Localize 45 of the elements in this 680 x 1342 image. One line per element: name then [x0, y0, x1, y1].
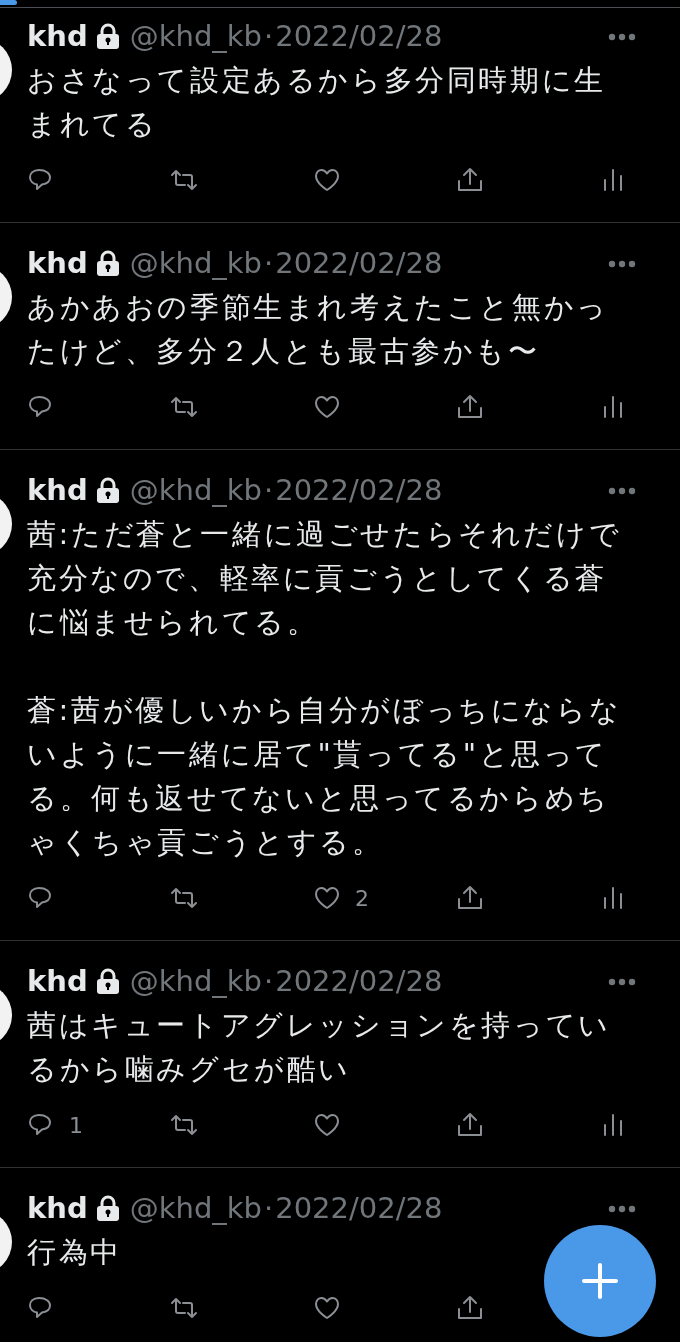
separator-dot: · [264, 964, 274, 998]
more-icon[interactable] [608, 978, 636, 986]
tweet-date: 2022/02/28 [275, 1191, 443, 1225]
heart-icon[interactable] [313, 1111, 341, 1139]
display-name: khd [27, 1191, 88, 1225]
display-name: khd [27, 19, 88, 53]
user-handle: @khd_kb [129, 19, 262, 53]
plus-icon [582, 1263, 618, 1299]
display-name: khd [27, 473, 88, 507]
tweet-text: 蒼:茜が優しいから自分がぼっちにならないように一緒に居て"貰ってる"と思ってる。何も返せてないと思ってるからめちゃくちゃ貢ごうとする。 [27, 692, 623, 861]
display-name: khd [27, 246, 88, 280]
tweet-text: 茜:ただ蒼と一緒に過ごせたらそれだけで充分なので、軽率に貢ごうとしてくる蒼に悩ませられてる。 [27, 516, 623, 641]
action-count: 1 [69, 1112, 83, 1138]
heart-icon[interactable] [313, 166, 341, 194]
tweet-date: 2022/02/28 [275, 246, 443, 280]
tweet-text: 茜はキュートアグレッションを持っているから噛みグセが酷い [27, 1007, 612, 1088]
tweet-text: おさなって設定あるから多分同時期に生まれてる [27, 62, 607, 143]
separator-dot: · [264, 19, 274, 53]
more-icon[interactable] [608, 1205, 636, 1213]
separator-dot: · [264, 1191, 274, 1225]
heart-icon[interactable] [313, 393, 341, 421]
user-handle: @khd_kb [129, 1191, 262, 1225]
heart-icon[interactable] [313, 884, 341, 912]
tweet-text: 行為中 [27, 1234, 123, 1271]
user-handle: @khd_kb [129, 473, 262, 507]
more-icon[interactable] [608, 487, 636, 495]
share-icon[interactable] [456, 166, 484, 194]
share-icon[interactable] [456, 884, 484, 912]
tweet-date: 2022/02/28 [275, 964, 443, 998]
refresh-indicator [0, 0, 17, 5]
tweet-date: 2022/02/28 [275, 473, 443, 507]
tweet-date: 2022/02/28 [275, 19, 443, 53]
user-handle: @khd_kb [129, 964, 262, 998]
separator-dot: · [264, 473, 274, 507]
action-count: 2 [355, 885, 369, 911]
tweet-text: あかあおの季節生まれ考えたこと無かったけど、多分２人とも最古参かも〜 [27, 289, 610, 370]
share-icon[interactable] [456, 1294, 484, 1322]
separator-dot: · [264, 246, 274, 280]
display-name: khd [27, 964, 88, 998]
more-icon[interactable] [608, 33, 636, 41]
share-icon[interactable] [456, 1111, 484, 1139]
heart-icon[interactable] [313, 1294, 341, 1322]
user-handle: @khd_kb [129, 246, 262, 280]
more-icon[interactable] [608, 260, 636, 268]
share-icon[interactable] [456, 393, 484, 421]
